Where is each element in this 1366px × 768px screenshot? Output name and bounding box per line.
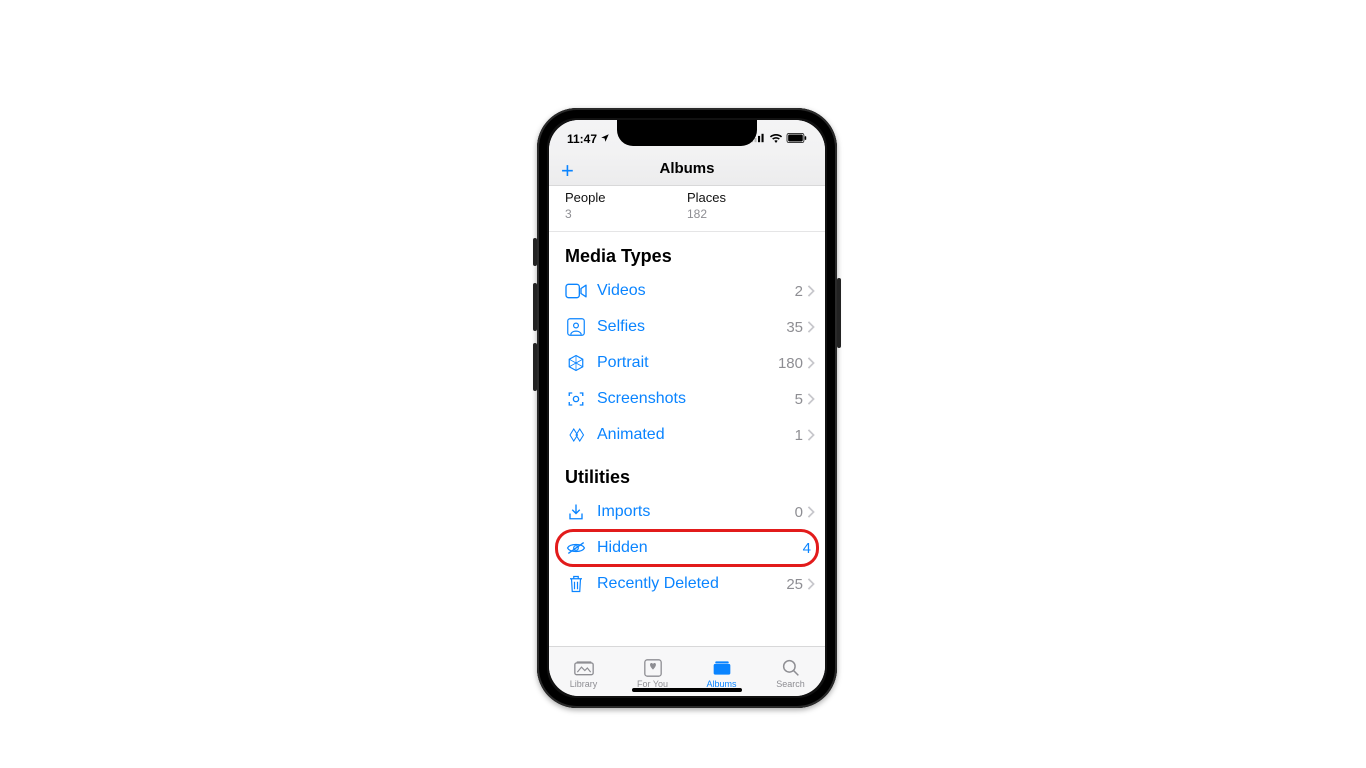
hidden-eye-slash-icon [565, 537, 587, 559]
wifi-icon [769, 132, 783, 146]
row-label: Imports [597, 503, 795, 521]
imports-icon [565, 501, 587, 523]
row-screenshots[interactable]: Screenshots 5 [549, 381, 825, 417]
chevron-right-icon [807, 285, 815, 297]
section-header-media-types: Media Types [549, 232, 825, 273]
row-count: 0 [795, 504, 803, 521]
tab-library[interactable]: Library [549, 647, 618, 696]
row-label: Videos [597, 282, 795, 300]
row-count: 180 [778, 355, 803, 372]
tab-label: Library [570, 679, 598, 689]
albums-icon [711, 659, 733, 677]
row-portrait[interactable]: Portrait 180 [549, 345, 825, 381]
row-label: Recently Deleted [597, 575, 786, 593]
row-label: Selfies [597, 318, 786, 336]
chevron-right-icon [807, 578, 815, 590]
search-icon [780, 659, 802, 677]
phone-notch [617, 120, 757, 146]
row-label: Hidden [597, 539, 803, 557]
row-hidden[interactable]: Hidden 4 [549, 530, 825, 566]
row-imports[interactable]: Imports 0 [549, 494, 825, 530]
row-label: Animated [597, 426, 795, 444]
phone-volume-up [533, 283, 537, 331]
for-you-icon [642, 659, 664, 677]
people-places-row: People 3 Places 182 [549, 186, 825, 232]
row-count: 1 [795, 427, 803, 444]
places-count: 182 [687, 207, 809, 221]
nav-title: Albums [659, 160, 714, 177]
location-arrow-icon [600, 132, 610, 146]
tab-label: Search [776, 679, 805, 689]
trash-icon [565, 573, 587, 595]
row-recently-deleted[interactable]: Recently Deleted 25 [549, 566, 825, 602]
tab-label: For You [637, 679, 668, 689]
chevron-right-icon [807, 321, 815, 333]
places-album[interactable]: Places 182 [687, 190, 809, 221]
row-selfies[interactable]: Selfies 35 [549, 309, 825, 345]
chevron-right-icon [807, 393, 815, 405]
phone-screen: 11:47 [549, 120, 825, 696]
screenshot-icon [565, 388, 587, 410]
nav-bar: + Albums [549, 152, 825, 186]
phone-volume-down [533, 343, 537, 391]
people-count: 3 [565, 207, 687, 221]
people-album[interactable]: People 3 [565, 190, 687, 221]
people-label: People [565, 190, 687, 205]
chevron-right-icon [807, 357, 815, 369]
selfie-icon [565, 316, 587, 338]
chevron-right-icon [807, 429, 815, 441]
video-icon [565, 280, 587, 302]
phone-mute-switch [533, 238, 537, 266]
row-count: 35 [786, 319, 803, 336]
portrait-icon [565, 352, 587, 374]
row-count: 4 [803, 540, 811, 557]
chevron-right-icon [807, 506, 815, 518]
row-label: Screenshots [597, 390, 795, 408]
row-count: 25 [786, 576, 803, 593]
section-header-utilities: Utilities [549, 453, 825, 494]
animated-icon [565, 424, 587, 446]
row-videos[interactable]: Videos 2 [549, 273, 825, 309]
phone-frame: 11:47 [537, 108, 837, 708]
row-count: 2 [795, 283, 803, 300]
tab-search[interactable]: Search [756, 647, 825, 696]
library-icon [573, 659, 595, 677]
row-animated[interactable]: Animated 1 [549, 417, 825, 453]
phone-power-button [837, 278, 841, 348]
albums-content[interactable]: People 3 Places 182 Media Types Videos 2 [549, 186, 825, 646]
row-label: Portrait [597, 354, 778, 372]
tab-label: Albums [706, 679, 736, 689]
places-label: Places [687, 190, 809, 205]
add-album-button[interactable]: + [561, 158, 574, 184]
home-indicator[interactable] [632, 688, 742, 692]
row-count: 5 [795, 391, 803, 408]
status-time: 11:47 [567, 132, 597, 146]
battery-icon [787, 132, 807, 146]
